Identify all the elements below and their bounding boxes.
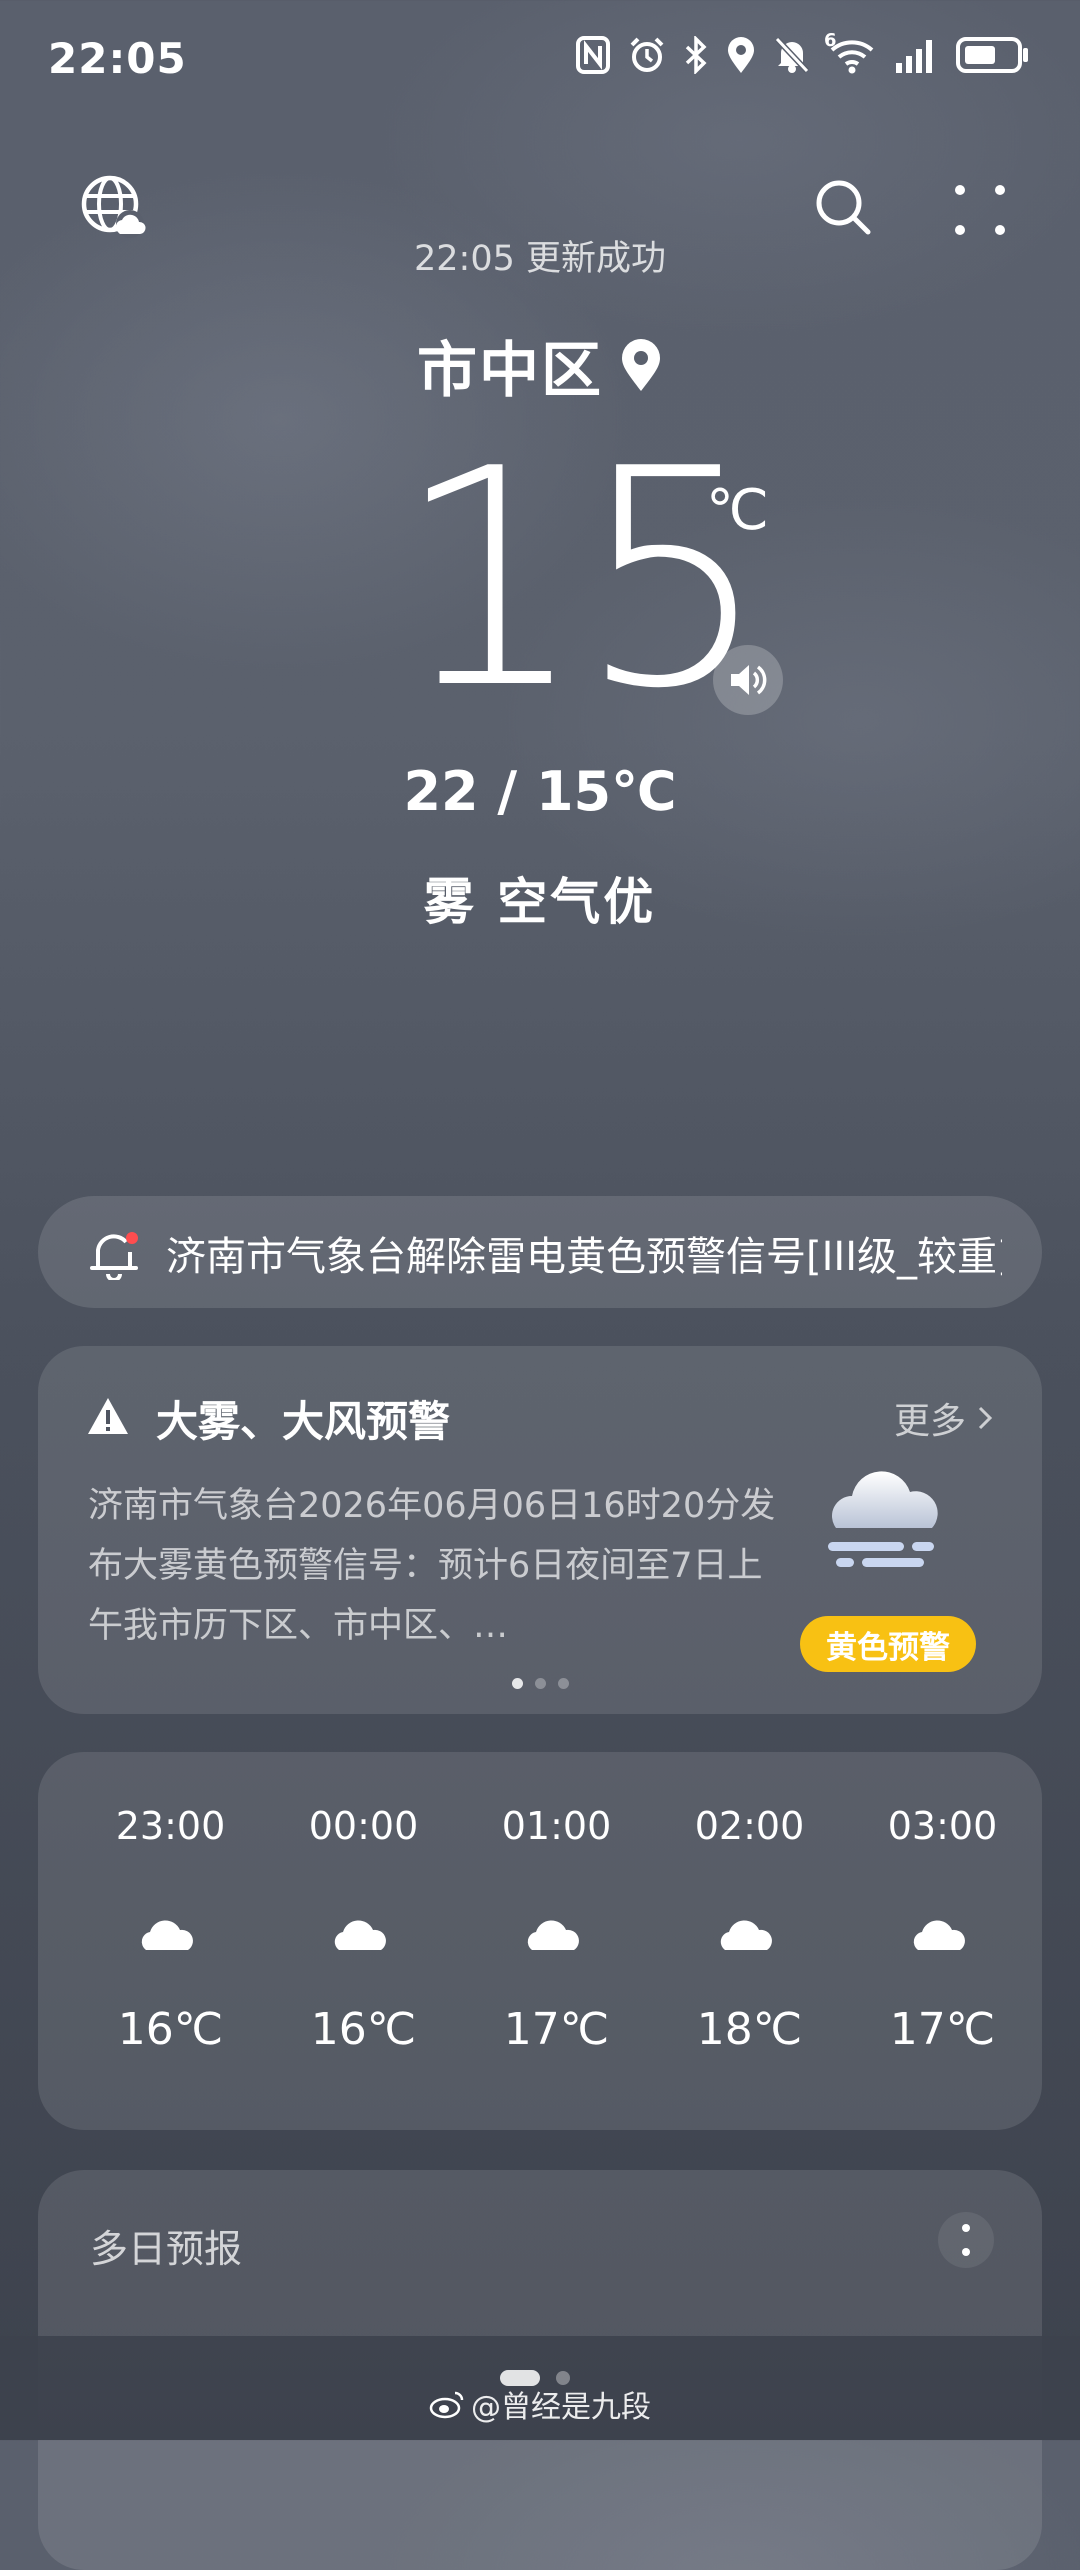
battery-icon (956, 36, 1030, 74)
more-label: 更多 (893, 1401, 966, 1442)
warning-title: 大雾、大风预警 (156, 1397, 451, 1446)
hourly-forecast-card[interactable]: 23:00 16℃ 00:00 16℃ 01:00 17℃ 02:00 18℃ … (38, 1752, 1042, 2130)
pager-dot-active (511, 1678, 523, 1689)
daily-options-button[interactable] (938, 2212, 994, 2268)
nfc-icon (576, 36, 610, 74)
signal-icon (894, 37, 938, 73)
pager-dot (557, 1678, 569, 1689)
alarm-icon (628, 36, 666, 74)
hour-time: 03:00 (887, 1804, 998, 1848)
fog-cloud-icon (828, 1471, 938, 1567)
warning-card[interactable]: 大雾、大风预警 更多 济南市气象台2026年06月06日16时20分发布大雾黄色… (38, 1346, 1042, 1714)
warning-level-badge: 黄色预警 (800, 1616, 976, 1672)
hour-temp: 17℃ (503, 2004, 610, 2055)
watermark-text: @曾经是九段 (471, 2390, 651, 2425)
location-name: 市中区 (417, 336, 603, 406)
watermark: @曾经是九段 (0, 2382, 1080, 2426)
pager-dot (534, 1678, 546, 1689)
hour-item: 02:00 18℃ (653, 1752, 846, 2130)
hour-item: 03:00 17℃ (846, 1752, 1039, 2130)
hour-item: 01:00 17℃ (460, 1752, 653, 2130)
warning-pager (38, 1678, 1042, 1689)
hour-temp: 17℃ (889, 2004, 996, 2055)
partly-cloudy-night-icon (141, 1898, 196, 1950)
status-bar: 22:05 6 (0, 0, 1080, 120)
hourly-row: 23:00 16℃ 00:00 16℃ 01:00 17℃ 02:00 18℃ … (74, 1752, 1039, 2130)
speaker-icon (731, 665, 767, 695)
update-status: 22:05 更新成功 (414, 239, 666, 279)
more-vertical-icon (962, 2224, 970, 2256)
partly-cloudy-night-icon (334, 1898, 389, 1950)
hour-temp: 18℃ (696, 2004, 803, 2055)
wifi-icon: 6 (824, 30, 876, 74)
alert-ticker-text: 济南市气象台解除雷电黄色预警信号[III级_较重] (166, 1234, 1002, 1280)
bell-alert-icon (90, 1232, 138, 1280)
hour-temp: 16℃ (117, 2004, 224, 2055)
partly-cloudy-night-icon (913, 1898, 968, 1950)
location-pin-icon (622, 338, 660, 391)
voice-broadcast-button[interactable] (713, 645, 783, 715)
temperature-unit: ℃ (706, 478, 769, 543)
weather-condition: 雾 空气优 (423, 873, 657, 931)
warning-triangle-icon (88, 1398, 128, 1434)
status-icons: 6 (576, 30, 1030, 74)
status-time: 22:05 (48, 34, 187, 83)
partly-cloudy-night-icon (527, 1898, 582, 1950)
location-icon (726, 36, 756, 74)
hour-time: 01:00 (501, 1804, 612, 1848)
partly-cloudy-night-icon (720, 1898, 775, 1950)
warning-more-link[interactable]: 更多 (894, 1392, 994, 1444)
hour-temp: 16℃ (310, 2004, 417, 2055)
hour-time: 00:00 (308, 1804, 419, 1848)
wifi-badge: 6 (824, 30, 837, 51)
hour-item: 00:00 16℃ (267, 1752, 460, 2130)
hour-time: 23:00 (115, 1804, 226, 1848)
location-title[interactable]: 市中区 (0, 322, 1080, 409)
chevron-right-icon (978, 1406, 993, 1430)
daily-forecast-title: 多日预报 (90, 2227, 243, 2271)
mute-icon (774, 36, 810, 74)
weibo-logo-icon (429, 2391, 464, 2419)
alert-ticker[interactable]: 济南市气象台解除雷电黄色预警信号[III级_较重] (38, 1196, 1042, 1308)
warning-body: 济南市气象台2026年06月06日16时20分发布大雾黄色预警信号：预计6日夜间… (88, 1486, 776, 1646)
bluetooth-icon (684, 36, 708, 74)
temperature-range: 22 / 15℃ (403, 760, 677, 823)
hour-time: 02:00 (694, 1804, 805, 1848)
current-temperature: 15 (395, 405, 769, 754)
hour-item: 23:00 16℃ (74, 1752, 267, 2130)
